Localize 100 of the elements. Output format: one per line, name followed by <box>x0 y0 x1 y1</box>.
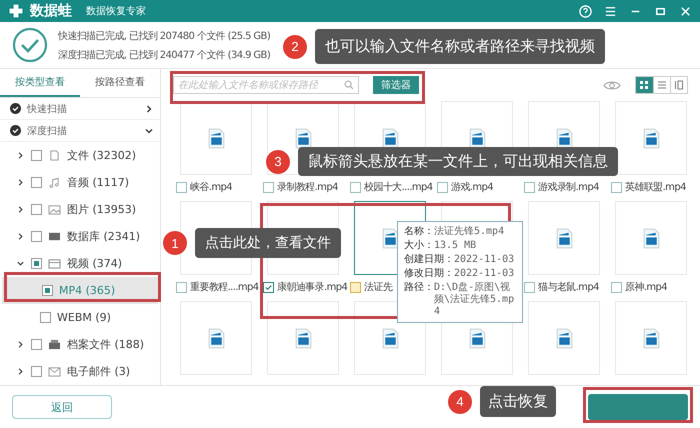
info-label: 大小： <box>404 240 434 252</box>
step-tooltip: 点击此处，查看文件 <box>195 228 341 258</box>
checkbox[interactable] <box>176 282 187 292</box>
video-file-icon <box>642 128 660 148</box>
info-value: 2022-11-03 <box>454 254 514 266</box>
step-number-badge: 2 <box>283 34 307 58</box>
view-tab[interactable]: 按类型查看 <box>0 69 80 98</box>
back-button[interactable]: 返回 <box>12 395 112 419</box>
tree-item[interactable]: 图片 (13953) <box>0 196 160 223</box>
file-name: 游戏.mp4 <box>451 180 494 194</box>
file-name: 猫与老鼠.mp4 <box>538 280 599 294</box>
tree-label: 图片 (13953) <box>67 202 136 217</box>
video-file-icon <box>556 228 572 248</box>
checkbox[interactable] <box>524 182 535 192</box>
video-file-icon <box>556 128 572 148</box>
checkbox[interactable] <box>31 231 42 242</box>
info-label: 创建日期： <box>404 254 454 266</box>
checkbox[interactable] <box>31 258 42 269</box>
grid-icon <box>639 80 649 90</box>
success-check-icon <box>12 27 48 63</box>
checkbox[interactable] <box>176 182 187 192</box>
logo-icon <box>8 3 24 19</box>
video-file-icon <box>294 328 312 348</box>
checkbox[interactable] <box>263 182 274 192</box>
tree-label: 档案文件 (188) <box>67 337 144 352</box>
envelope-icon <box>48 366 61 377</box>
video-file-icon <box>642 328 660 348</box>
section-label: 快速扫描 <box>27 102 67 116</box>
tree-label: 视频 (374) <box>67 256 122 271</box>
checkbox[interactable] <box>31 339 42 350</box>
view-tab[interactable]: 按路径查看 <box>80 69 160 98</box>
tree-label: MP4 (365) <box>59 284 116 297</box>
search-icon[interactable] <box>344 80 354 90</box>
step-tooltip: 鼠标箭头悬放在某一文件上，可出现相关信息 <box>298 147 618 176</box>
scan-section[interactable]: 深度扫描 <box>0 120 160 142</box>
file-name: 英雄联盟.mp4 <box>625 180 686 194</box>
tree-label: 文件 (32302) <box>67 148 136 163</box>
scan-section[interactable]: 快速扫描 <box>0 98 160 120</box>
tree-item[interactable]: 档案文件 (188) <box>0 331 160 358</box>
checkbox[interactable] <box>611 182 622 192</box>
checkbox[interactable] <box>31 204 42 215</box>
check-circle-icon <box>10 125 21 136</box>
checkbox[interactable] <box>524 282 535 292</box>
help-icon[interactable] <box>579 4 592 18</box>
eye-icon[interactable] <box>603 80 621 90</box>
file-name: 原神.mp4 <box>625 280 668 294</box>
check-circle-icon <box>10 103 21 114</box>
list-icon <box>657 80 667 90</box>
checkbox[interactable] <box>42 285 53 296</box>
tree-item[interactable]: 音频 (1117) <box>0 169 160 196</box>
file-name: 重要教程....mp4 <box>190 280 259 294</box>
scan-summary-text: 深度扫描已完成, 已找到 240477 个文件 (34.9 GB) <box>58 48 270 62</box>
info-value: 13.5 MB <box>434 240 476 252</box>
info-label: 修改日期： <box>404 268 454 280</box>
video-file-icon <box>208 328 224 348</box>
scan-summary-text: 快速扫描已完成, 已找到 207480 个文件 (25.5 GB) <box>58 30 270 42</box>
document-icon <box>48 150 61 161</box>
checkbox[interactable] <box>350 182 361 192</box>
info-value: 2022-11-03 <box>454 268 514 280</box>
app-name: 数据蛙 <box>30 2 72 20</box>
info-label: 名称： <box>404 226 434 238</box>
tree-item[interactable]: 文件 (32302) <box>0 142 160 169</box>
checkbox[interactable] <box>40 312 51 323</box>
file-name: 游戏录制.mp4 <box>538 180 599 194</box>
checkbox[interactable] <box>31 177 42 188</box>
checkbox[interactable] <box>611 282 622 292</box>
video-file-icon <box>556 328 572 348</box>
step-number-badge: 4 <box>448 390 472 414</box>
tree-label: 电子邮件 (3) <box>67 364 130 379</box>
checkbox[interactable] <box>31 150 42 161</box>
video-file-icon <box>642 228 660 248</box>
grid-view-button[interactable] <box>636 77 653 93</box>
file-name: 峡谷.mp4 <box>190 180 232 194</box>
tree-item[interactable]: WEBM (9) <box>0 304 160 331</box>
video-file-icon <box>382 328 398 348</box>
columns-icon <box>674 80 684 90</box>
close-icon[interactable] <box>679 4 692 18</box>
video-file-icon <box>468 128 486 148</box>
picture-icon <box>48 204 61 215</box>
tree-label: WEBM (9) <box>57 311 111 324</box>
info-value: 法证先锋5.mp4 <box>434 226 504 238</box>
tree-label: 数据库 (2341) <box>67 229 140 244</box>
info-label: 路径： <box>404 282 434 295</box>
video-file-icon <box>382 228 398 248</box>
checkbox[interactable] <box>350 282 361 292</box>
file-name: 录制教程.mp4 <box>277 180 338 194</box>
checkbox[interactable] <box>31 366 42 377</box>
checkbox[interactable] <box>437 182 448 192</box>
tree-label: 音频 (1117) <box>67 175 130 190</box>
checkbox[interactable] <box>263 282 274 292</box>
video-file-icon <box>382 128 398 148</box>
file-name: 康朝迪事录.mp4 <box>277 280 348 294</box>
tree-item[interactable]: 视频 (374) <box>0 250 160 277</box>
tree-item[interactable]: 电子邮件 (3) <box>0 358 160 385</box>
menu-icon[interactable] <box>604 4 617 18</box>
step-tooltip: 点击恢复 <box>480 386 556 417</box>
tree-item[interactable]: 数据库 (2341) <box>0 223 160 250</box>
step-number-badge: 1 <box>163 231 187 255</box>
step-number-badge: 3 <box>266 150 290 174</box>
filter-button[interactable]: 筛选器 <box>373 76 419 94</box>
